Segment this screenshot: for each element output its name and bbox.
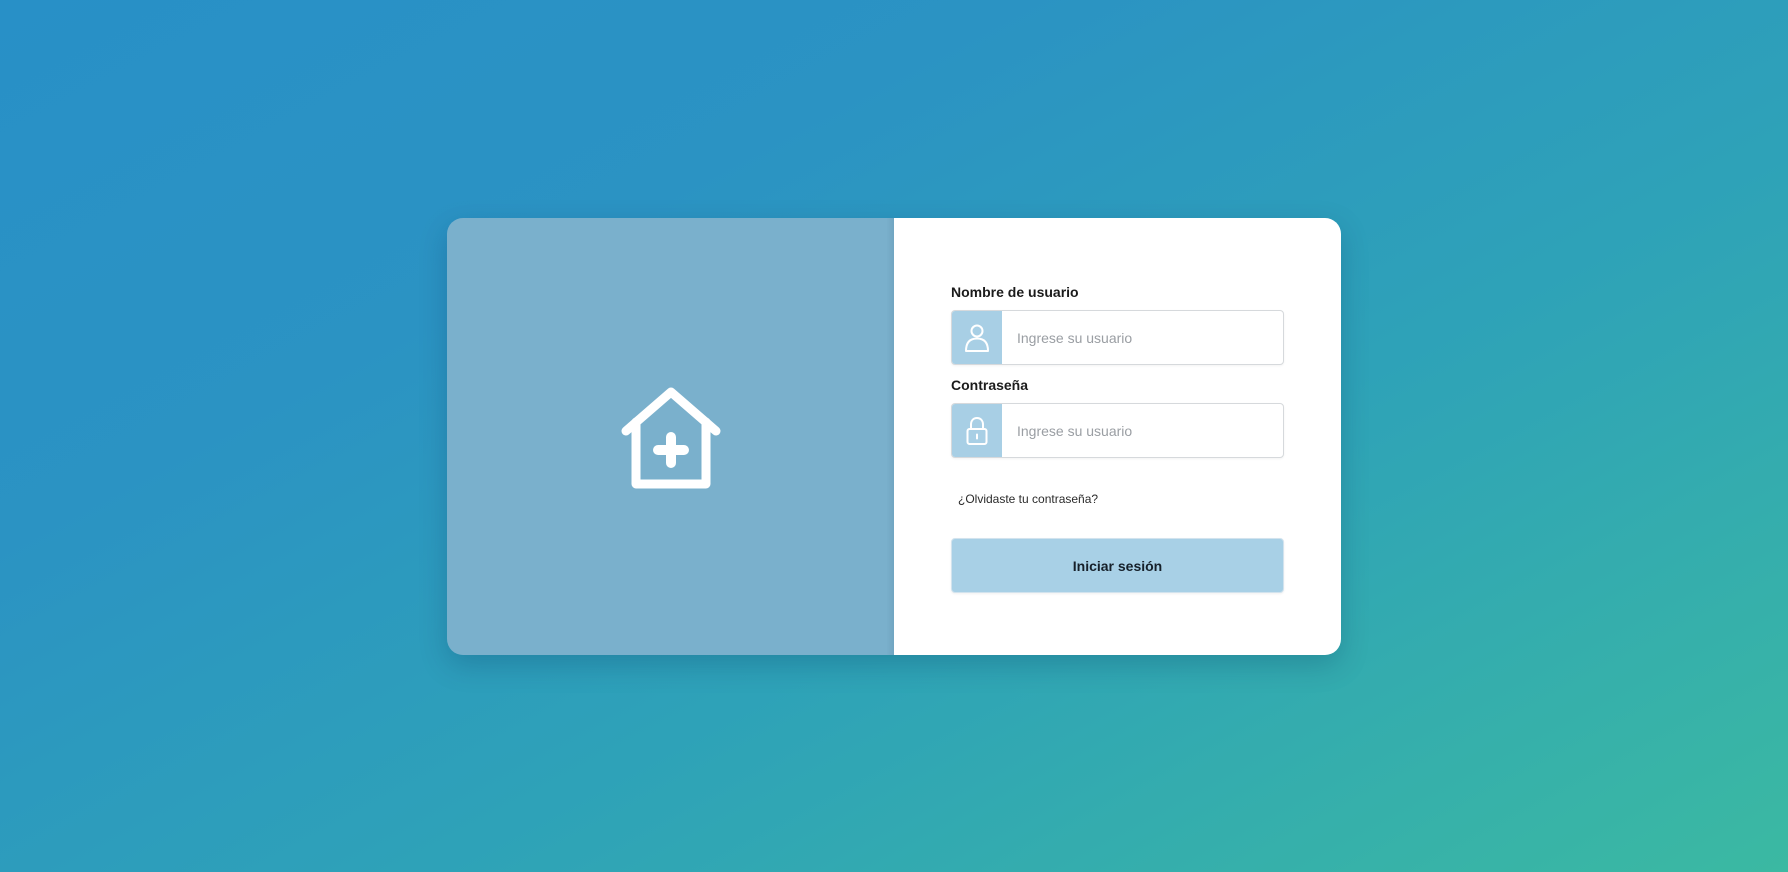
login-card: Nombre de usuario Contraseña ¿Olvidas bbox=[447, 218, 1341, 655]
username-icon-box bbox=[952, 311, 1002, 364]
username-input[interactable] bbox=[1002, 311, 1283, 364]
house-medical-icon bbox=[621, 387, 720, 488]
user-icon bbox=[965, 324, 989, 352]
password-label: Contraseña bbox=[951, 377, 1029, 393]
password-icon-box bbox=[952, 404, 1002, 457]
forgot-password-link[interactable]: ¿Olvidaste tu contraseña? bbox=[958, 492, 1098, 506]
username-input-group bbox=[951, 310, 1284, 365]
lock-icon bbox=[966, 416, 988, 445]
brand-panel bbox=[447, 218, 894, 655]
login-form: Nombre de usuario Contraseña ¿Olvidas bbox=[894, 218, 1341, 655]
password-input-group bbox=[951, 403, 1284, 458]
username-label: Nombre de usuario bbox=[951, 284, 1079, 300]
login-button[interactable]: Iniciar sesión bbox=[951, 538, 1284, 593]
password-input[interactable] bbox=[1002, 404, 1283, 457]
